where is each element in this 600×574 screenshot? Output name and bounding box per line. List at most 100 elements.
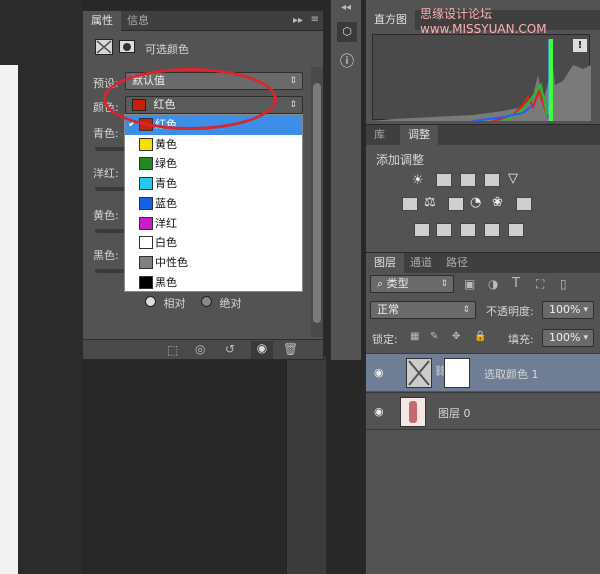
chevron-down-icon: ▾ bbox=[583, 305, 588, 315]
dropdown-item-label: 黑色 bbox=[155, 275, 177, 289]
tab-library[interactable]: 库 bbox=[366, 125, 393, 145]
adjustments-title: 添加调整 bbox=[376, 153, 425, 167]
watermark: 思缘设计论坛 www.MISSYUAN.COM bbox=[420, 7, 547, 36]
shape-filter-icon[interactable]: ⛶ bbox=[536, 277, 544, 292]
radio-dot bbox=[201, 296, 212, 307]
tab-paths[interactable]: 路径 bbox=[438, 253, 476, 273]
radio-absolute[interactable]: 绝对 bbox=[201, 295, 242, 311]
histogram-graph: ! bbox=[372, 34, 591, 122]
color-swatch bbox=[139, 177, 153, 191]
radio-dot bbox=[145, 296, 156, 307]
dropdown-item-black[interactable]: 黑色 bbox=[125, 273, 302, 293]
document-canvas[interactable] bbox=[0, 65, 18, 574]
lock-position-icon[interactable]: ✥ bbox=[452, 331, 460, 342]
color-swatch bbox=[139, 137, 153, 151]
radio-relative[interactable]: 相对 bbox=[145, 295, 186, 311]
slider-yellow-label: 黄色: bbox=[93, 209, 119, 222]
layer-filter-select[interactable]: ⌕ 类型 ⇕ bbox=[370, 275, 454, 293]
reset-icon[interactable]: ↺ bbox=[225, 342, 235, 356]
layer-thumbnail bbox=[400, 397, 426, 427]
tab-info[interactable]: 信息 bbox=[119, 11, 157, 31]
properties-footer: ⬚ ◎ ↺ ◉ 🗑 bbox=[83, 339, 323, 359]
layer-row[interactable]: ◉ 图层 0 bbox=[366, 392, 600, 430]
cube-icon[interactable]: ⬡ bbox=[337, 22, 357, 42]
dropdown-item-green[interactable]: 绿色 bbox=[125, 154, 302, 174]
color-balance-icon[interactable]: ⚖ bbox=[424, 195, 436, 210]
mask-thumbnail[interactable] bbox=[444, 358, 470, 388]
photo-filter-icon[interactable]: ◔ bbox=[470, 195, 481, 210]
dropdown-item-cyan[interactable]: 青色 bbox=[125, 174, 302, 194]
slider-cyan[interactable] bbox=[95, 147, 125, 151]
warning-icon[interactable]: ! bbox=[573, 39, 587, 52]
tab-histogram[interactable]: 直方图 bbox=[366, 10, 415, 30]
channel-mixer-icon[interactable]: ❀ bbox=[492, 195, 503, 210]
panel-menu-icon[interactable]: ≡ bbox=[311, 14, 319, 25]
visibility-icon[interactable]: ◉ bbox=[251, 341, 273, 359]
tab-channels[interactable]: 通道 bbox=[402, 253, 440, 273]
collapse-icon[interactable]: ◂◂ bbox=[341, 2, 351, 13]
layer-name[interactable]: 选取颜色 1 bbox=[484, 366, 539, 382]
opacity-label: 不透明度: bbox=[486, 305, 534, 318]
posterize-icon[interactable] bbox=[436, 223, 452, 237]
blend-mode-value: 正常 bbox=[377, 303, 399, 316]
lock-image-icon[interactable]: ✎ bbox=[430, 331, 438, 342]
dropdown-item-white[interactable]: 白色 bbox=[125, 233, 302, 253]
hue-saturation-icon[interactable] bbox=[402, 197, 418, 211]
tab-properties[interactable]: 属性 bbox=[83, 11, 121, 31]
dropdown-item-neutral[interactable]: 中性色 bbox=[125, 253, 302, 273]
slider-black-label: 黑色: bbox=[93, 249, 119, 262]
type-filter-icon[interactable]: T bbox=[512, 276, 520, 291]
color-lookup-icon[interactable] bbox=[516, 197, 532, 211]
color-swatch bbox=[139, 196, 153, 210]
collapse-icon[interactable]: ▸▸ bbox=[293, 15, 303, 26]
delete-icon[interactable]: 🗑 bbox=[283, 342, 298, 356]
opacity-input[interactable]: 100% ▾ bbox=[542, 301, 594, 319]
color-dropdown-list: ✔ 红色 黄色 绿色 青色 蓝色 洋红 白色 中性色 黑色 bbox=[124, 114, 303, 292]
dropdown-item-label: 绿色 bbox=[155, 157, 177, 171]
lock-label: 锁定: bbox=[372, 333, 398, 346]
clip-to-layer-icon[interactable]: ⬚ bbox=[167, 343, 178, 357]
selective-color-icon[interactable] bbox=[484, 223, 500, 237]
layer-name[interactable]: 图层 0 bbox=[438, 405, 471, 421]
fill-input[interactable]: 100% ▾ bbox=[542, 329, 594, 347]
gradient-map-icon[interactable] bbox=[508, 223, 524, 237]
info-icon[interactable]: ⓘ bbox=[337, 52, 357, 72]
invert-icon[interactable] bbox=[414, 223, 430, 237]
vibrance-icon[interactable]: ▽ bbox=[508, 171, 518, 186]
dropdown-item-label: 蓝色 bbox=[155, 196, 177, 210]
eye-icon[interactable]: ◉ bbox=[374, 366, 384, 379]
dropdown-item-label: 黄色 bbox=[155, 137, 177, 151]
adjustment-thumbnail bbox=[406, 358, 432, 388]
levels-icon[interactable] bbox=[436, 173, 452, 187]
smart-object-filter-icon[interactable]: ▯ bbox=[560, 277, 567, 291]
eye-icon[interactable]: ◉ bbox=[374, 405, 384, 418]
scrollbar[interactable] bbox=[311, 67, 323, 337]
dropdown-item-magenta[interactable]: 洋红 bbox=[125, 214, 302, 234]
blend-mode-select[interactable]: 正常 ⇕ bbox=[370, 301, 476, 319]
layers-tabbar: 图层 通道 路径 bbox=[366, 253, 600, 273]
dropdown-item-yellow[interactable]: 黄色 bbox=[125, 135, 302, 155]
scrollbar-thumb[interactable] bbox=[313, 83, 321, 323]
lock-transparent-icon[interactable]: ▦ bbox=[410, 331, 419, 342]
curves-icon[interactable] bbox=[460, 173, 476, 187]
brightness-icon[interactable]: ☀ bbox=[412, 173, 424, 188]
slider-magenta[interactable] bbox=[95, 187, 125, 191]
tab-layers[interactable]: 图层 bbox=[366, 253, 404, 273]
chevron-down-icon: ⇕ bbox=[462, 305, 470, 315]
chevron-down-icon: ⇕ bbox=[440, 279, 448, 289]
mask-icon[interactable] bbox=[119, 40, 135, 53]
tab-adjustments[interactable]: 调整 bbox=[400, 125, 438, 145]
adjustment-filter-icon[interactable]: ◑ bbox=[488, 277, 498, 291]
black-white-icon[interactable] bbox=[448, 197, 464, 211]
threshold-icon[interactable] bbox=[460, 223, 476, 237]
adjustments-tabbar: 库 调整 bbox=[366, 125, 600, 145]
slider-black[interactable] bbox=[95, 269, 125, 273]
lock-all-icon[interactable]: 🔒 bbox=[474, 331, 486, 342]
dropdown-item-blue[interactable]: 蓝色 bbox=[125, 194, 302, 214]
slider-yellow[interactable] bbox=[95, 229, 125, 233]
layer-row[interactable]: ◉ ⛓ 选取颜色 1 bbox=[366, 353, 600, 391]
view-previous-icon[interactable]: ◎ bbox=[195, 342, 205, 356]
image-filter-icon[interactable]: ▣ bbox=[464, 277, 475, 291]
slider-magenta-label: 洋红: bbox=[93, 167, 119, 180]
exposure-icon[interactable] bbox=[484, 173, 500, 187]
